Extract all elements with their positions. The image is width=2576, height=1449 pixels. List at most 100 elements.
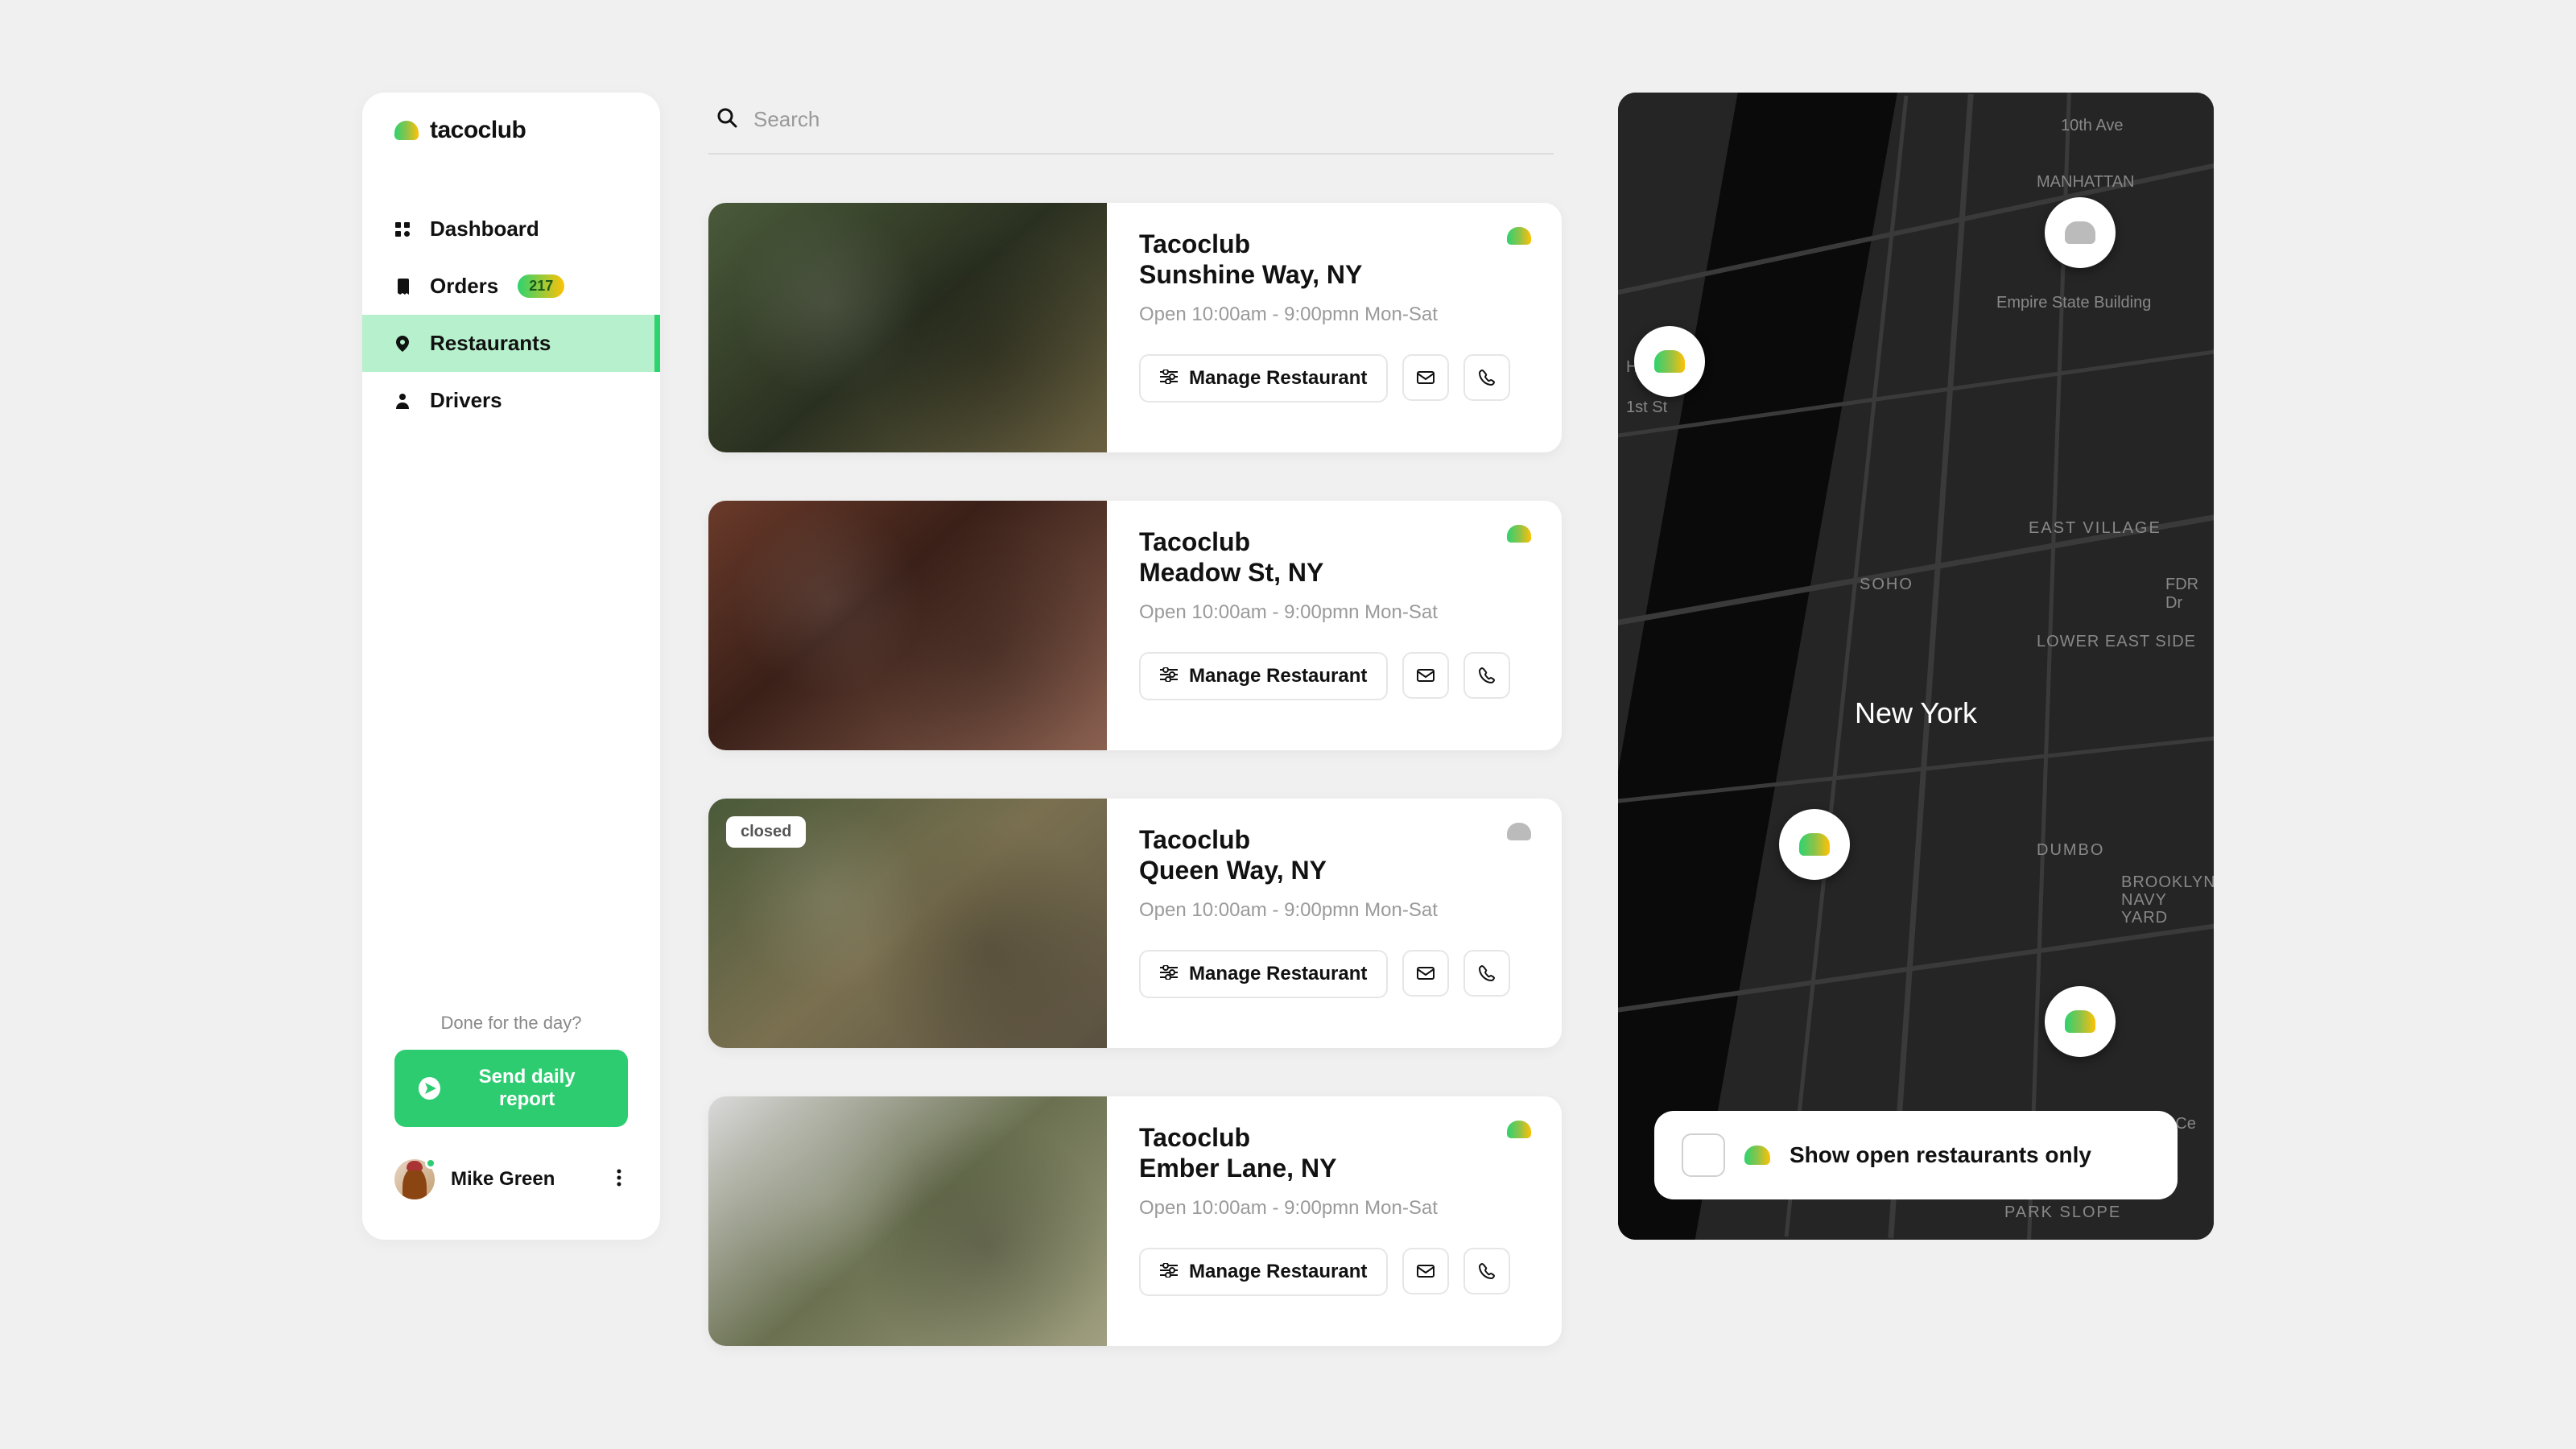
status-closed-icon bbox=[1507, 823, 1531, 840]
mail-icon bbox=[1417, 371, 1435, 384]
restaurant-hours: Open 10:00am - 9:00pmn Mon-Sat bbox=[1139, 899, 1530, 922]
restaurant-photo bbox=[708, 1096, 1107, 1346]
map-pin[interactable] bbox=[1779, 809, 1850, 880]
filter-label: Show open restaurants only bbox=[1790, 1142, 2091, 1168]
restaurant-card: Tacoclub Ember Lane, NY Open 10:00am - 9… bbox=[708, 1096, 1562, 1346]
pin-icon bbox=[394, 336, 411, 352]
restaurant-photo: closed bbox=[708, 799, 1107, 1048]
sliders-icon bbox=[1160, 963, 1178, 985]
online-indicator-icon bbox=[425, 1158, 436, 1169]
pin-icon bbox=[1799, 833, 1830, 856]
brand-name: tacoclub bbox=[430, 117, 526, 144]
restaurant-card: closed Tacoclub Queen Way, NY Open 10:00… bbox=[708, 799, 1562, 1048]
phone-icon bbox=[1479, 965, 1495, 981]
nav-label: Drivers bbox=[430, 388, 502, 413]
restaurant-card: Tacoclub Meadow St, NY Open 10:00am - 9:… bbox=[708, 501, 1562, 750]
map-filter: Show open restaurants only bbox=[1654, 1111, 2178, 1199]
manage-button[interactable]: Manage Restaurant bbox=[1139, 652, 1388, 700]
filter-checkbox[interactable] bbox=[1682, 1133, 1725, 1177]
nav-item-orders[interactable]: Orders 217 bbox=[362, 258, 660, 315]
avatar bbox=[394, 1159, 435, 1199]
phone-icon bbox=[1479, 369, 1495, 386]
map-label: PARK SLOPE bbox=[2004, 1203, 2121, 1222]
grid-icon bbox=[394, 221, 411, 237]
pin-icon bbox=[2065, 1010, 2095, 1033]
map-label: 10th Ave bbox=[2061, 117, 2123, 135]
send-report-label: Send daily report bbox=[450, 1066, 604, 1111]
map-background bbox=[1618, 93, 2214, 1240]
more-icon[interactable] bbox=[610, 1162, 628, 1197]
username: Mike Green bbox=[451, 1168, 594, 1191]
call-button[interactable] bbox=[1463, 652, 1510, 699]
done-prompt: Done for the day? bbox=[441, 1013, 582, 1034]
restaurant-title: Tacoclub Sunshine Way, NY bbox=[1139, 229, 1530, 291]
email-button[interactable] bbox=[1402, 950, 1449, 997]
restaurant-title: Tacoclub Queen Way, NY bbox=[1139, 824, 1530, 886]
phone-icon bbox=[1479, 1263, 1495, 1279]
brand-logo: tacoclub bbox=[362, 117, 660, 176]
send-report-button[interactable]: Send daily report bbox=[394, 1050, 628, 1127]
nav-label: Restaurants bbox=[430, 331, 551, 356]
map-label: LOWER EAST SIDE bbox=[2037, 632, 2196, 651]
receipt-icon bbox=[394, 279, 411, 295]
user-row[interactable]: Mike Green bbox=[362, 1127, 660, 1216]
restaurant-list: Tacoclub Sunshine Way, NY Open 10:00am -… bbox=[708, 203, 1562, 1346]
nav-item-dashboard[interactable]: Dashboard bbox=[362, 200, 660, 258]
sliders-icon bbox=[1160, 1261, 1178, 1283]
phone-icon bbox=[1479, 667, 1495, 683]
sliders-icon bbox=[1160, 367, 1178, 390]
email-button[interactable] bbox=[1402, 354, 1449, 401]
nav: Dashboard Orders 217 Restaurants Driver bbox=[362, 200, 660, 429]
mail-icon bbox=[1417, 669, 1435, 682]
restaurant-photo bbox=[708, 501, 1107, 750]
main: Tacoclub Sunshine Way, NY Open 10:00am -… bbox=[708, 93, 1570, 1449]
map-label: EAST VILLAGE bbox=[2029, 519, 2161, 538]
restaurant-hours: Open 10:00am - 9:00pmn Mon-Sat bbox=[1139, 1197, 1530, 1220]
nav-item-restaurants[interactable]: Restaurants bbox=[362, 315, 660, 372]
closed-badge: closed bbox=[726, 816, 806, 848]
pin-icon bbox=[2065, 221, 2095, 244]
map-city-label: New York bbox=[1855, 696, 1977, 730]
restaurant-hours: Open 10:00am - 9:00pmn Mon-Sat bbox=[1139, 303, 1530, 326]
send-icon bbox=[419, 1077, 440, 1100]
logo-icon bbox=[1744, 1146, 1770, 1165]
map-label: BROOKLYN NAVY YARD bbox=[2121, 873, 2214, 927]
manage-button[interactable]: Manage Restaurant bbox=[1139, 1248, 1388, 1296]
map-label: 1st St bbox=[1626, 398, 1667, 417]
restaurant-title: Tacoclub Meadow St, NY bbox=[1139, 526, 1530, 588]
email-button[interactable] bbox=[1402, 652, 1449, 699]
status-open-icon bbox=[1507, 227, 1531, 245]
nav-item-drivers[interactable]: Drivers bbox=[362, 372, 660, 429]
sidebar: tacoclub Dashboard Orders 217 Restau bbox=[362, 93, 660, 1240]
map-pin[interactable] bbox=[2045, 986, 2116, 1057]
search-icon bbox=[716, 107, 737, 132]
map-pin[interactable] bbox=[1634, 326, 1705, 397]
mail-icon bbox=[1417, 967, 1435, 980]
map-label: FDR Dr bbox=[2165, 576, 2214, 613]
map-label: MANHATTAN bbox=[2037, 173, 2134, 192]
nav-label: Dashboard bbox=[430, 217, 539, 242]
map-pin[interactable] bbox=[2045, 197, 2116, 268]
sidebar-bottom: Done for the day? Send daily report bbox=[362, 1013, 660, 1127]
orders-badge: 217 bbox=[518, 275, 564, 298]
pin-icon bbox=[1654, 350, 1685, 373]
call-button[interactable] bbox=[1463, 354, 1510, 401]
logo-icon bbox=[394, 121, 419, 140]
call-button[interactable] bbox=[1463, 1248, 1510, 1294]
person-icon bbox=[394, 393, 411, 409]
restaurant-card: Tacoclub Sunshine Way, NY Open 10:00am -… bbox=[708, 203, 1562, 452]
search-bar bbox=[708, 93, 1554, 155]
restaurant-hours: Open 10:00am - 9:00pmn Mon-Sat bbox=[1139, 601, 1530, 624]
status-open-icon bbox=[1507, 1121, 1531, 1138]
status-open-icon bbox=[1507, 525, 1531, 543]
nav-label: Orders bbox=[430, 274, 498, 299]
map-label: Empire State Building bbox=[1996, 294, 2151, 312]
email-button[interactable] bbox=[1402, 1248, 1449, 1294]
manage-button[interactable]: Manage Restaurant bbox=[1139, 950, 1388, 998]
call-button[interactable] bbox=[1463, 950, 1510, 997]
mail-icon bbox=[1417, 1265, 1435, 1278]
restaurant-photo bbox=[708, 203, 1107, 452]
map-panel[interactable]: 10th Ave MANHATTAN Empire State Building… bbox=[1618, 93, 2214, 1240]
manage-button[interactable]: Manage Restaurant bbox=[1139, 354, 1388, 402]
search-input[interactable] bbox=[753, 107, 1554, 132]
